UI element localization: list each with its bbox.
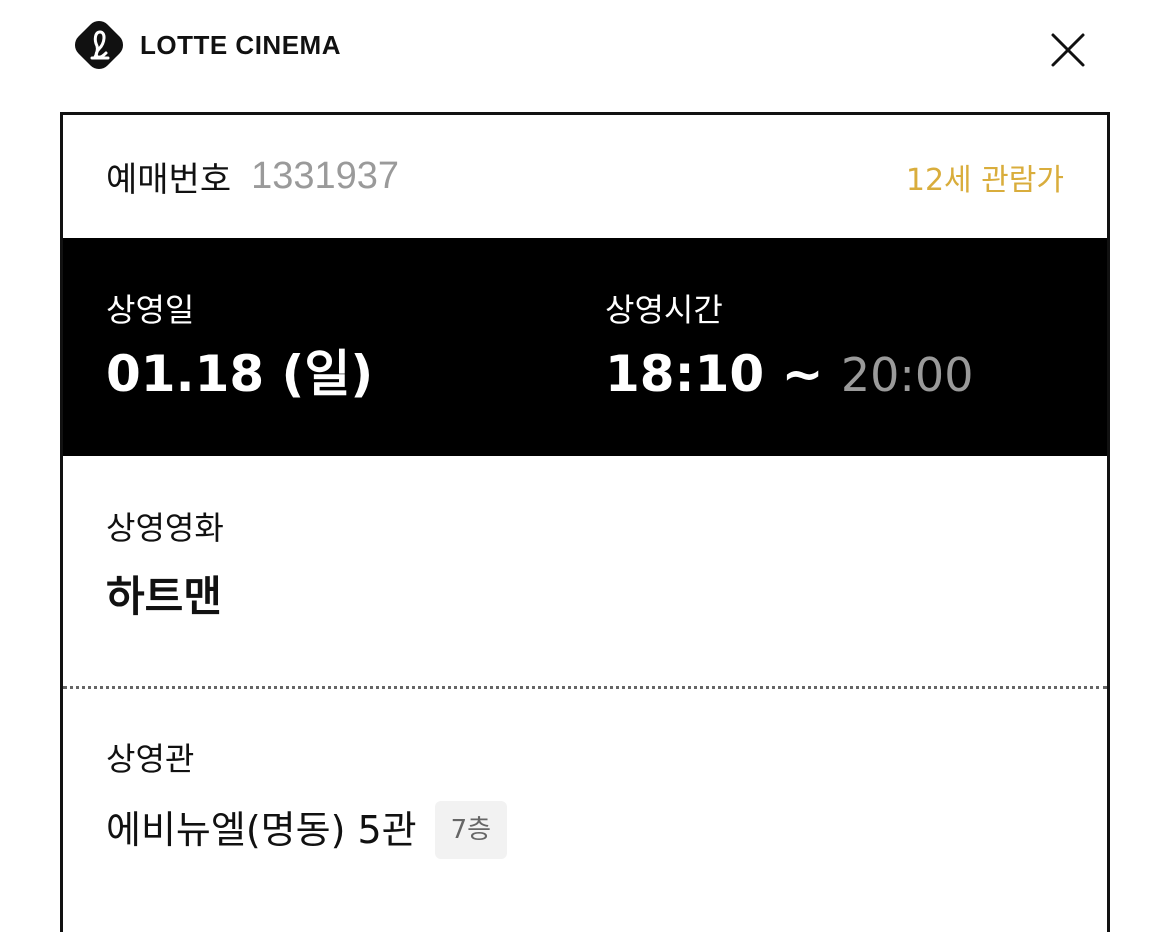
header: LOTTE CINEMA [0,0,1170,100]
brand-name: LOTTE CINEMA [140,29,341,60]
schedule-section: 상영일 01.18 (일) 상영시간 18:10 ~ 20:00 [63,238,1107,456]
brand-logo: LOTTE CINEMA [70,16,341,74]
theater-label: 상영관 [106,740,195,778]
screening-end-time: 20:00 [840,348,974,402]
lotte-l-logo-icon [74,20,124,70]
booking-number-label: 예매번호 [106,160,232,200]
booking-number-value: 1331937 [251,155,400,197]
screening-date-value: 01.18 (일) [106,345,374,403]
screening-date-label: 상영일 [106,291,195,329]
screening-time-label: 상영시간 [605,291,723,329]
screening-start-time: 18:10 ~ [605,345,824,403]
screening-date: 상영일 01.18 (일) [106,290,373,404]
theater-section: 상영관 에비뉴엘(명동) 5관 7층 [63,689,1107,859]
close-button[interactable] [1046,28,1090,72]
age-rating: 12세 관람가 [905,162,1064,198]
floor-badge: 7층 [434,801,508,859]
close-icon [1051,33,1085,67]
movie-title: 하트맨 [106,572,222,621]
screening-time: 상영시간 18:10 ~ 20:00 [605,290,973,405]
screening-time-value: 18:10 ~ 20:00 [605,344,973,405]
movie-label: 상영영화 [106,509,224,547]
ticket-card: 예매번호 1331937 12세 관람가 상영일 01.18 (일) 상영시간 … [60,112,1110,932]
theater-info: 에비뉴엘(명동) 5관 7층 [106,801,1064,859]
movie-section: 상영영화 하트맨 [63,456,1107,686]
booking-row: 예매번호 1331937 12세 관람가 [63,115,1107,238]
theater-name: 에비뉴엘(명동) 5관 [106,808,417,852]
